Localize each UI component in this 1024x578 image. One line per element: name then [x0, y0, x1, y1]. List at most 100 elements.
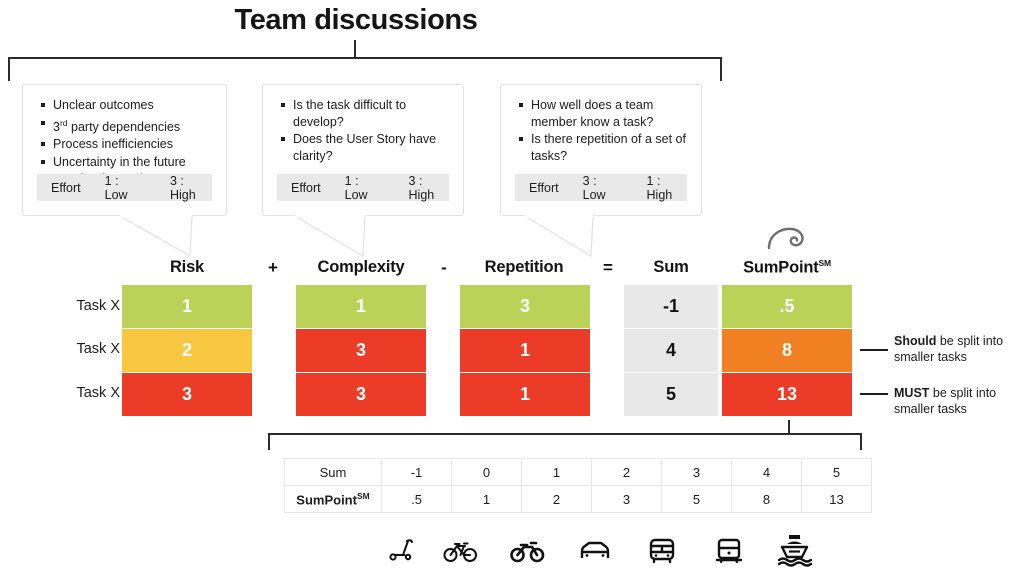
bracket-bottom-stem	[788, 420, 790, 434]
list-item: Does the User Story have clarity?	[281, 131, 449, 164]
row-label-task-3: Task X	[76, 385, 120, 401]
service-mark: SM	[356, 490, 370, 501]
cell-repetition-1: 3	[460, 285, 590, 328]
cell-sumpoint-1: .5	[722, 285, 852, 328]
sumpoint-label: SumPoint	[743, 258, 819, 277]
annotation-should: Should be split into smaller tasks	[894, 333, 1024, 365]
complexity-effort-bar: Effort 1 : Low 3 : High	[277, 173, 449, 202]
row-label-task-2: Task X	[76, 341, 120, 357]
repetition-bubble-body: How well does a team member know a task?…	[501, 85, 701, 164]
table-row: Sum -1 0 1 2 3 4 5	[284, 458, 872, 486]
operator-plus: +	[268, 258, 278, 277]
cell-risk-3: 3	[122, 373, 252, 416]
effort-low: 1 : Low	[344, 173, 368, 202]
lookup-sum-6: 5	[801, 458, 872, 486]
list-item: Uncertainty in the future	[41, 154, 212, 171]
lookup-sumpoint-6: 13	[801, 485, 872, 513]
bracket-top-stem	[354, 40, 356, 58]
risk-effort-bar: Effort 1 : Low 3 : High	[37, 173, 212, 202]
operator-minus: -	[441, 258, 447, 277]
lookup-sumpoint-4: 5	[661, 485, 732, 513]
cell-sum-2: 4	[624, 329, 718, 372]
sum-to-sumpoint-lookup-table: Sum -1 0 1 2 3 4 5 SumPointSM .5 1 2 3 5…	[284, 458, 872, 513]
transport-icon-row	[380, 527, 840, 573]
repetition-bubble-list: How well does a team member know a task?…	[515, 97, 687, 164]
cell-repetition-3: 1	[460, 373, 590, 416]
effort-high: 1 : High	[646, 173, 673, 202]
effort-high: 3 : High	[169, 173, 196, 202]
list-item: Unclear outcomes	[41, 97, 212, 114]
lookup-sumpoint-3: 3	[591, 485, 662, 513]
list-item: How well does a team member know a task?	[519, 97, 687, 130]
bicycle-icon	[438, 527, 484, 573]
repetition-bubble-tail	[524, 214, 594, 258]
annotation-must: MUST be split into smaller tasks	[894, 385, 1024, 417]
column-header-repetition: Repetition	[484, 258, 564, 276]
cell-complexity-3: 3	[296, 373, 426, 416]
effort-label: Effort	[51, 180, 81, 195]
repetition-effort-bar: Effort 3 : Low 1 : High	[515, 173, 687, 202]
effort-low: 1 : Low	[104, 173, 128, 202]
annotation-connector-should	[860, 349, 888, 351]
column-header-sum: Sum	[653, 258, 689, 276]
effort-label: Effort	[291, 180, 321, 195]
lookup-sum-2: 1	[521, 458, 592, 486]
annotation-connector-must	[860, 393, 888, 395]
column-header-sumpoint: SumPointSM	[718, 258, 856, 278]
complexity-bubble-tail	[294, 214, 366, 258]
lookup-sumpoint-0: .5	[381, 485, 452, 513]
lookup-sum-3: 2	[591, 458, 662, 486]
risk-discussion-bubble: Unclear outcomes 3rd party dependencies …	[22, 84, 227, 216]
column-header-complexity: Complexity	[317, 258, 405, 276]
cell-complexity-1: 1	[296, 285, 426, 328]
cell-sum-1: -1	[624, 285, 718, 328]
list-item: 3rd party dependencies	[41, 115, 212, 136]
list-item: Is there repetition of a set of tasks?	[519, 132, 686, 163]
car-icon	[572, 527, 618, 573]
column-header-risk: Risk	[169, 258, 205, 276]
ship-icon	[772, 527, 818, 573]
lookup-sumpoint-1: 1	[451, 485, 522, 513]
slide-canvas: Team discussions Unclear outcomes 3rd pa…	[0, 0, 1024, 578]
cell-repetition-2: 1	[460, 329, 590, 372]
list-item: Is the task difficult to develop?	[281, 97, 449, 130]
annotation-must-strong: MUST	[894, 386, 930, 400]
complexity-bubble-body: Is the task difficult to develop? Does t…	[263, 85, 463, 164]
cell-risk-1: 1	[122, 285, 252, 328]
bracket-bottom	[268, 433, 862, 450]
cell-risk-2: 2	[122, 329, 252, 372]
cell-sumpoint-3: 13	[722, 373, 852, 416]
effort-high: 3 : High	[408, 173, 435, 202]
lookup-sum-1: 0	[451, 458, 522, 486]
complexity-bubble-list: Is the task difficult to develop? Does t…	[277, 97, 449, 164]
operator-equals: =	[603, 258, 613, 277]
row-label-task-1: Task X	[76, 298, 120, 314]
cell-sum-3: 5	[624, 373, 718, 416]
page-title: Team discussions	[234, 4, 478, 36]
service-mark: SM	[818, 258, 832, 268]
bracket-top	[8, 57, 722, 81]
repetition-discussion-bubble: How well does a team member know a task?…	[500, 84, 702, 216]
lookup-sum-0: -1	[381, 458, 452, 486]
train-icon	[706, 527, 752, 573]
lookup-sum-5: 4	[731, 458, 802, 486]
effort-low: 3 : Low	[582, 173, 606, 202]
complexity-discussion-bubble: Is the task difficult to develop? Does t…	[262, 84, 464, 216]
ordinal-suffix: rd	[59, 117, 68, 128]
risk-bubble-body: Unclear outcomes 3rd party dependencies …	[23, 85, 226, 188]
risk-bubble-tail	[119, 214, 193, 258]
lookup-sum-4: 3	[661, 458, 732, 486]
motorcycle-icon	[505, 527, 551, 573]
annotation-should-strong: Should	[894, 334, 937, 348]
bus-icon	[639, 527, 685, 573]
table-row: SumPointSM .5 1 2 3 5 8 13	[284, 485, 872, 513]
effort-label: Effort	[529, 180, 559, 195]
lookup-row-label-sumpoint: SumPointSM	[284, 485, 382, 513]
lookup-sumpoint-5: 8	[731, 485, 802, 513]
scooter-icon	[380, 527, 426, 573]
cell-complexity-2: 3	[296, 329, 426, 372]
sumpoint-swirl-icon	[767, 227, 804, 250]
lookup-sumpoint-2: 2	[521, 485, 592, 513]
cell-sumpoint-2: 8	[722, 329, 852, 372]
lookup-row-label-sum: Sum	[284, 458, 382, 486]
